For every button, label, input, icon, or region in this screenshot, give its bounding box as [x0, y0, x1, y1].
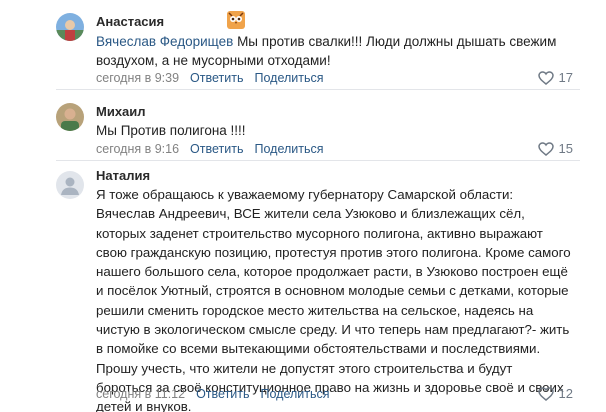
comment-text-body: Я тоже обращаюсь к уважаемому губернатор… [96, 187, 571, 412]
comment-text: Вячеслав Федорищев Мы против свалки!!! Л… [96, 32, 566, 70]
reply-button[interactable]: Ответить [190, 71, 243, 85]
comment-item: Михаил Мы Против полигона !!!! сегодня в… [0, 90, 606, 160]
comment-timestamp[interactable]: сегодня в 9:39 [96, 71, 179, 85]
like-count: 12 [558, 386, 573, 401]
comment-item: Наталия Я тоже обращаюсь к уважаемому гу… [0, 161, 606, 412]
default-avatar-icon [56, 171, 84, 199]
reply-button[interactable]: Ответить [196, 387, 249, 401]
user-photo-icon [56, 13, 84, 41]
user-photo-icon [56, 103, 84, 131]
share-button[interactable]: Поделиться [261, 387, 330, 401]
comment-timestamp[interactable]: сегодня в 11:12 [96, 387, 185, 401]
comment-meta: сегодня в 11:12 Ответить Поделиться [96, 387, 330, 401]
mention-link[interactable]: Вячеслав Федорищев [96, 34, 233, 49]
comment-timestamp[interactable]: сегодня в 9:16 [96, 142, 179, 156]
share-button[interactable]: Поделиться [254, 71, 323, 85]
avatar[interactable] [56, 103, 84, 131]
avatar[interactable] [56, 171, 84, 199]
heart-icon [537, 141, 554, 156]
comment-item: Анастасия Вячеслав Федорищев Мы против с… [0, 0, 606, 98]
avatar[interactable] [56, 13, 84, 41]
comment-text: Я тоже обращаюсь к уважаемому губернатор… [96, 185, 571, 412]
like-button[interactable]: 12 [537, 386, 573, 401]
like-button[interactable]: 15 [537, 141, 573, 156]
like-count: 15 [558, 141, 573, 156]
reply-button[interactable]: Ответить [190, 142, 243, 156]
comment-text-body: Мы Против полигона !!!! [96, 123, 246, 138]
comment-meta: сегодня в 9:39 Ответить Поделиться [96, 71, 324, 85]
comment-meta: сегодня в 9:16 Ответить Поделиться [96, 142, 324, 156]
comment-author[interactable]: Анастасия [96, 14, 164, 29]
like-count: 17 [558, 70, 573, 85]
comment-author[interactable]: Михаил [96, 104, 146, 119]
heart-icon [537, 70, 554, 85]
comment-author[interactable]: Наталия [96, 168, 150, 183]
owl-sticker-icon [227, 11, 245, 29]
like-button[interactable]: 17 [537, 70, 573, 85]
heart-icon [537, 386, 554, 401]
share-button[interactable]: Поделиться [254, 142, 323, 156]
comment-text: Мы Против полигона !!!! [96, 121, 566, 140]
